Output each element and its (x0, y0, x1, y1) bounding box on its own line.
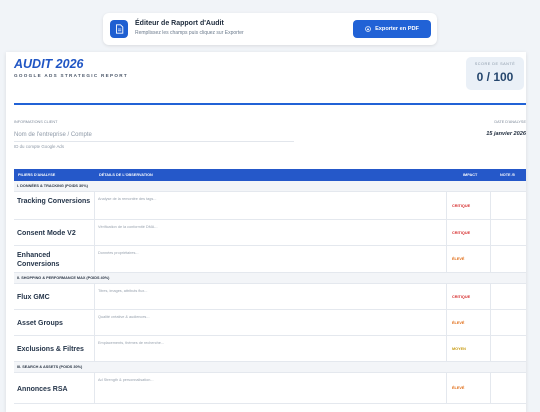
company-field-underline (14, 141, 294, 142)
section-header: II. SHOPPING & PERFORMANCE MAX (POIDS 40… (14, 273, 526, 284)
export-pdf-label: Exporter en PDF (375, 26, 419, 32)
table-header: PILIERS D'ANALYSE DÉTAILS DE L'OBSERVATI… (14, 169, 526, 181)
observation-detail-field[interactable]: Données propriétaires... (98, 251, 139, 255)
account-id-field[interactable]: ID du compte Google Ads (14, 144, 64, 149)
report-page: AUDIT 2026 GOOGLE ADS STRATEGIC REPORT S… (6, 52, 526, 412)
column-divider (490, 373, 491, 403)
health-score-value: 0 / 100 (476, 70, 514, 84)
pillar-name[interactable]: Enhanced Conversions (17, 251, 92, 270)
score-input[interactable] (492, 248, 524, 270)
pillar-name[interactable]: Exclusions & Filtres (17, 345, 92, 355)
column-divider (446, 373, 447, 403)
health-score-box: SCORE DE SANTÉ 0 / 100 (466, 57, 524, 90)
column-divider (94, 192, 95, 219)
column-divider (446, 246, 447, 272)
section-title: III. SEARCH & ASSETS (POIDS 30%) (17, 365, 83, 369)
score-input[interactable] (492, 222, 524, 243)
health-score-label: SCORE DE SANTÉ (474, 62, 516, 66)
header-pillars: PILIERS D'ANALYSE (18, 173, 56, 177)
column-divider (94, 336, 95, 361)
score-input[interactable] (492, 338, 524, 359)
pillar-name[interactable]: Annonces RSA (17, 385, 92, 395)
column-divider (490, 246, 491, 272)
header-details: DÉTAILS DE L'OBSERVATION (99, 173, 153, 177)
column-divider (446, 284, 447, 309)
impact-badge[interactable]: ÉLEVÉ (452, 321, 464, 325)
report-title[interactable]: AUDIT 2026 (14, 57, 83, 71)
observation-detail-field[interactable]: Vérification de la conformité DMA... (98, 225, 158, 229)
column-divider (446, 310, 447, 335)
column-divider (94, 246, 95, 272)
impact-badge[interactable]: CRITIQUE (452, 295, 470, 299)
analysis-date-label: DATE D'ANALYSE (494, 120, 526, 124)
table-body: I. DONNÉES & TRACKING (POIDS 30%) Trackin… (14, 181, 526, 404)
score-input[interactable] (492, 194, 524, 217)
document-icon (110, 20, 128, 38)
impact-badge[interactable]: MOYEN (452, 347, 466, 351)
pillar-name[interactable]: Asset Groups (17, 319, 92, 329)
section-header: III. SEARCH & ASSETS (POIDS 30%) (14, 362, 526, 373)
pillar-name[interactable]: Flux GMC (17, 293, 92, 303)
table-row: Tracking Conversions Analyse de la remont… (14, 192, 526, 220)
pillar-name[interactable]: Tracking Conversions (17, 197, 92, 207)
impact-badge[interactable]: ÉLEVÉ (452, 257, 464, 261)
impact-badge[interactable]: CRITIQUE (452, 231, 470, 235)
column-divider (490, 336, 491, 361)
score-input[interactable] (492, 312, 524, 333)
company-name-field[interactable]: Nom de l'entreprise / Compte (14, 132, 92, 138)
table-row: Flux GMC Titres, images, attributs flux..… (14, 284, 526, 310)
column-divider (490, 220, 491, 245)
observation-detail-field[interactable]: Ad Strength & personnalisation... (98, 378, 154, 382)
column-divider (490, 284, 491, 309)
section-header: I. DONNÉES & TRACKING (POIDS 30%) (14, 181, 526, 192)
section-title: I. DONNÉES & TRACKING (POIDS 30%) (17, 184, 88, 188)
impact-badge[interactable]: CRITIQUE (452, 204, 470, 208)
download-icon (365, 26, 371, 32)
export-pdf-button[interactable]: Exporter en PDF (353, 20, 431, 38)
column-divider (94, 373, 95, 403)
editor-title: Éditeur de Rapport d'Audit (135, 20, 224, 27)
editor-toolbar: Éditeur de Rapport d'Audit Remplissez le… (103, 13, 437, 45)
impact-badge[interactable]: ÉLEVÉ (452, 386, 464, 390)
observation-detail-field[interactable]: Titres, images, attributs flux... (98, 289, 147, 293)
score-input[interactable] (492, 286, 524, 307)
column-divider (446, 336, 447, 361)
observation-detail-field[interactable]: Emplacements, thèmes de recherche... (98, 341, 164, 345)
column-divider (490, 310, 491, 335)
table-row: Annonces RSA Ad Strength & personnalisati… (14, 373, 526, 404)
table-row: Asset Groups Qualité créative & audiences… (14, 310, 526, 336)
observation-detail-field[interactable]: Analyse de la remontée des tags... (98, 197, 156, 201)
column-divider (446, 220, 447, 245)
column-divider (94, 310, 95, 335)
observation-detail-field[interactable]: Qualité créative & audiences... (98, 315, 150, 319)
column-divider (94, 220, 95, 245)
analysis-date-value[interactable]: 15 janvier 2026 (486, 131, 526, 137)
editor-subtitle: Remplissez les champs puis cliquez sur E… (135, 30, 244, 36)
column-divider (94, 284, 95, 309)
header-impact: IMPACT (463, 173, 478, 177)
column-divider (446, 192, 447, 219)
score-input[interactable] (492, 375, 524, 401)
column-divider (490, 192, 491, 219)
table-row: Exclusions & Filtres Emplacements, thèmes… (14, 336, 526, 362)
pillar-name[interactable]: Consent Mode V2 (17, 229, 92, 239)
report-subtitle: GOOGLE ADS STRATEGIC REPORT (14, 73, 128, 78)
audit-table: PILIERS D'ANALYSE DÉTAILS DE L'OBSERVATI… (14, 169, 526, 404)
section-title: II. SHOPPING & PERFORMANCE MAX (POIDS 40… (17, 276, 110, 280)
table-row: Enhanced Conversions Données propriétaire… (14, 246, 526, 273)
table-row: Consent Mode V2 Vérification de la confor… (14, 220, 526, 246)
header-divider (14, 103, 526, 105)
client-info-label: INFORMATIONS CLIENT (14, 120, 58, 124)
header-score: NOTE /5 (500, 173, 515, 177)
